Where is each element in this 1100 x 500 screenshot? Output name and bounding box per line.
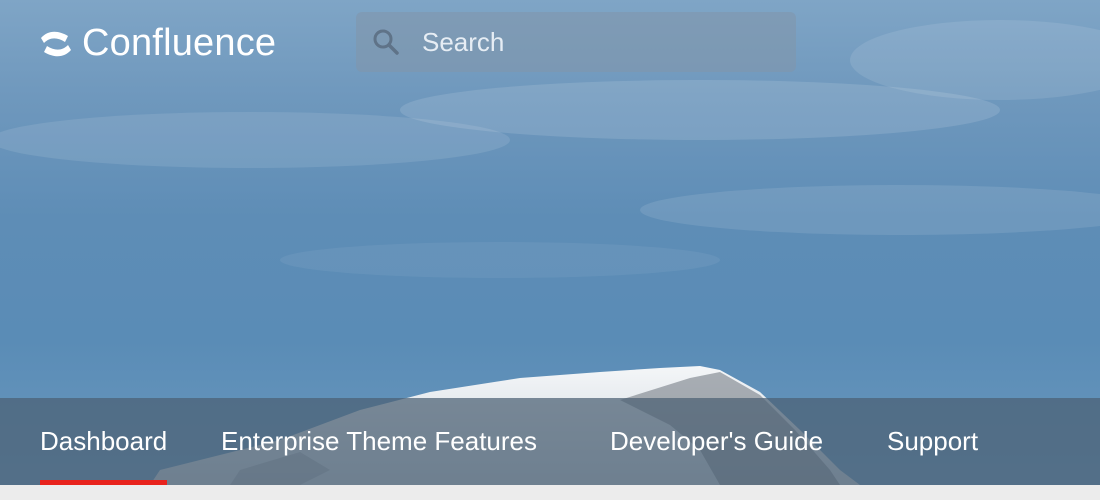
nav-item-support[interactable]: Support: [887, 398, 978, 485]
app-name: Confluence: [82, 22, 277, 64]
top-bar: Confluence: [0, 0, 1100, 90]
search-icon: [373, 29, 399, 55]
confluence-logo-icon: [41, 31, 71, 56]
search-input[interactable]: [420, 25, 784, 59]
main-navigation: Dashboard Enterprise Theme Features Deve…: [0, 398, 1100, 485]
nav-item-dashboard[interactable]: Dashboard: [40, 398, 168, 485]
confluence-logo[interactable]: Confluence: [38, 22, 276, 65]
nav-item-developers-guide[interactable]: Developer's Guide: [610, 398, 823, 485]
content-divider: [0, 485, 1100, 500]
nav-item-enterprise-theme-features[interactable]: Enterprise Theme Features: [221, 398, 537, 485]
header-hero: Confluence Dashboard Enterprise Theme Fe…: [0, 0, 1100, 485]
search-box[interactable]: [356, 12, 796, 72]
